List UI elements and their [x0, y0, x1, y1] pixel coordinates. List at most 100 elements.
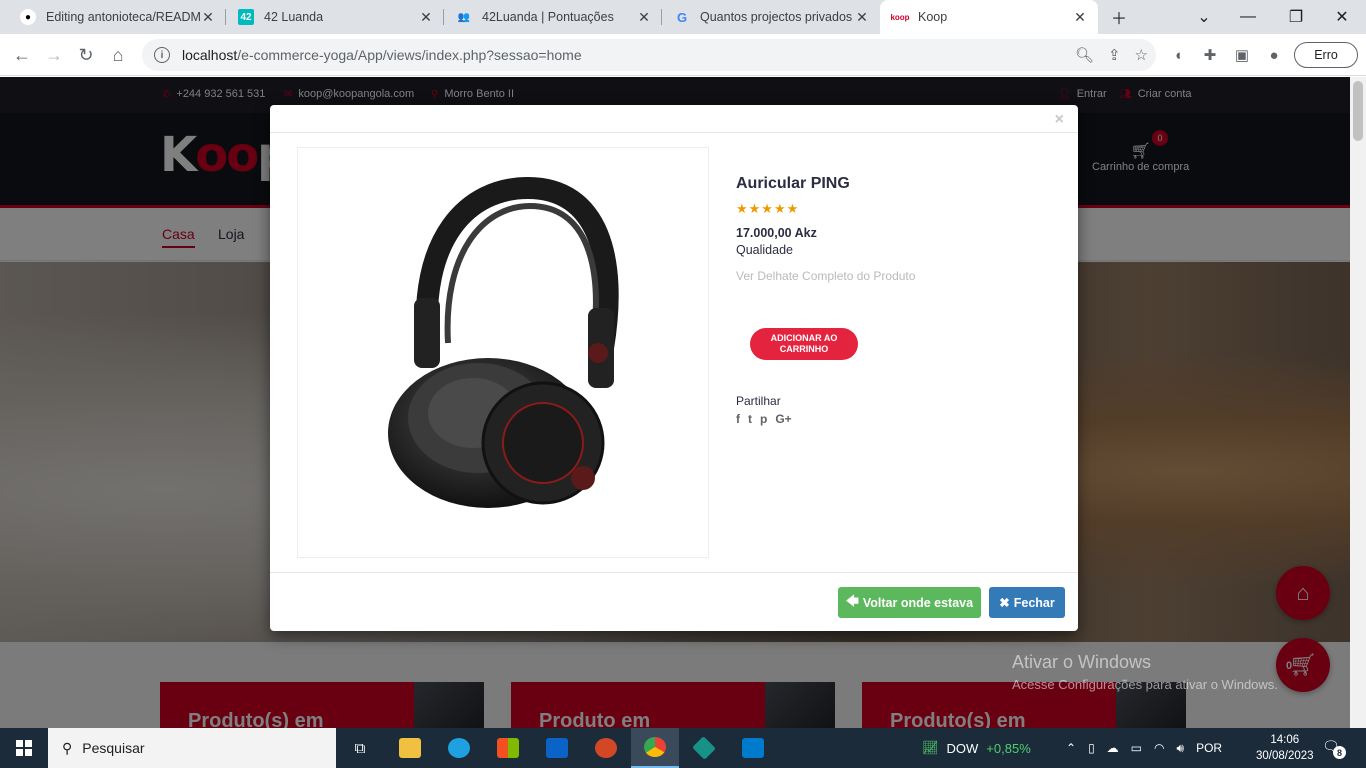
- taskbar-search-box[interactable]: ⚲ Pesquisar: [48, 728, 336, 768]
- product-price: 17.000,00 Akz: [736, 226, 817, 240]
- notification-center-icon[interactable]: 🗨︎ 8: [1322, 738, 1346, 759]
- users-icon: 👥: [457, 11, 471, 23]
- product-image: [297, 147, 709, 558]
- google-icon: G: [676, 9, 688, 25]
- web-page: ✆ +244 932 561 531 ✉ koop@koopangola.com…: [0, 77, 1350, 728]
- product-rating-stars: ★★★★★: [736, 201, 800, 216]
- modal-close-icon[interactable]: ×: [1055, 111, 1064, 129]
- back-icon[interactable]: ←: [8, 41, 36, 69]
- extensions-puzzle-icon[interactable]: ✚: [1196, 41, 1224, 69]
- windows-taskbar: ⚲ Pesquisar ⧉ 📈︎ DOW +0,85% ⌃ ▯ ☁ ▭ ◠ 🔊︎…: [0, 728, 1366, 768]
- browser-toolbar: ← → ↻ ⌂ i localhost/e-commerce-yoga/App/…: [0, 34, 1366, 76]
- back-button-label: Voltar onde estava: [862, 595, 974, 610]
- headphones-image: [388, 176, 619, 508]
- modal-header: ×: [270, 105, 1078, 133]
- product-details: Auricular PING ★★★★★ 17.000,00 Akz Quali…: [736, 175, 1056, 426]
- home-icon[interactable]: ⌂: [104, 41, 132, 69]
- battery-icon[interactable]: ▭: [1131, 741, 1142, 755]
- minimize-icon[interactable]: —: [1226, 0, 1270, 34]
- taskbar-clock[interactable]: 14:06 30/08/2023: [1256, 732, 1314, 764]
- close-button[interactable]: ✖ Fechar: [989, 587, 1065, 618]
- tab-github[interactable]: ● Editing antonioteca/READMI ✕: [8, 0, 226, 34]
- browser-tab-strip: ● Editing antonioteca/READMI ✕ 42 42 Lua…: [0, 0, 1366, 34]
- tab-google-search[interactable]: G Quantos projectos privados c ✕: [662, 0, 880, 34]
- share-icon[interactable]: ⇪: [1108, 46, 1121, 64]
- watermark-text: Acesse Configurações para ativar o Windo…: [1012, 677, 1278, 692]
- profile-error-button[interactable]: Erro: [1294, 42, 1358, 68]
- language-indicator[interactable]: POR: [1196, 741, 1222, 755]
- onedrive-cloud-icon[interactable]: ☁: [1107, 741, 1119, 755]
- close-button-label: Fechar: [1013, 595, 1055, 610]
- search-icon: ⚲: [62, 739, 73, 756]
- git-kraken-icon[interactable]: [680, 728, 728, 768]
- device-icon[interactable]: ▯: [1088, 741, 1095, 755]
- modal-footer: 🡄 Voltar onde estava ✖ Fechar: [270, 572, 1078, 631]
- url-path: /e-commerce-yoga/App/views/index.php?ses…: [237, 47, 582, 63]
- new-tab-button[interactable]: ＋: [1097, 0, 1141, 34]
- close-tab-icon[interactable]: ✕: [854, 9, 870, 26]
- twitter-icon[interactable]: t: [748, 412, 752, 426]
- url-host: localhost: [182, 47, 238, 63]
- product-quality: Qualidade: [736, 243, 793, 257]
- address-bar[interactable]: i localhost/e-commerce-yoga/App/views/in…: [142, 39, 1156, 71]
- chart-up-icon: 📈︎: [922, 740, 939, 755]
- back-button[interactable]: 🡄 Voltar onde estava: [838, 587, 981, 618]
- zoom-icon[interactable]: 🔍︎: [1075, 46, 1094, 64]
- bookmark-star-icon[interactable]: ☆: [1135, 46, 1148, 64]
- clock-date: 30/08/2023: [1256, 750, 1314, 762]
- add-to-cart-label: ADICIONAR AO CARRINHO: [770, 333, 838, 354]
- stock-name: DOW: [946, 740, 979, 756]
- pinterest-icon[interactable]: p: [760, 412, 767, 426]
- notification-count: 8: [1333, 746, 1346, 759]
- scrollbar-thumb[interactable]: [1353, 81, 1363, 141]
- stock-widget[interactable]: 📈︎ DOW +0,85%: [922, 728, 1031, 768]
- volume-icon[interactable]: 🔊︎: [1177, 741, 1185, 756]
- reload-icon[interactable]: ↻: [72, 41, 100, 69]
- wifi-icon[interactable]: ◠: [1154, 741, 1164, 755]
- close-tab-icon[interactable]: ✕: [636, 9, 652, 26]
- tab-title: 42Luanda | Pontuações: [482, 10, 614, 24]
- window-close-icon[interactable]: ✕: [1320, 0, 1364, 34]
- tab-title: Quantos projectos privados c: [700, 10, 854, 24]
- chevron-up-icon[interactable]: ⌃: [1066, 741, 1076, 755]
- chrome-icon[interactable]: [631, 728, 679, 768]
- forward-icon[interactable]: →: [40, 41, 68, 69]
- watermark-title: Ativar o Windows: [1012, 652, 1152, 672]
- tab-title: Koop: [918, 10, 948, 24]
- side-panel-icon[interactable]: ▣: [1228, 41, 1256, 69]
- site-info-icon[interactable]: i: [154, 47, 170, 63]
- windows-start-icon[interactable]: [0, 728, 48, 768]
- github-icon: ●: [20, 9, 36, 25]
- system-tray: ⌃ ▯ ☁ ▭ ◠ 🔊︎ POR: [1066, 728, 1222, 768]
- add-to-cart-button[interactable]: ADICIONAR AO CARRINHO: [750, 328, 858, 360]
- task-view-icon[interactable]: ⧉: [336, 728, 384, 768]
- tab-pontuacoes[interactable]: 👥 42Luanda | Pontuações ✕: [444, 0, 662, 34]
- tab-42-luanda[interactable]: 42 42 Luanda ✕: [226, 0, 444, 34]
- file-explorer-icon[interactable]: [386, 728, 434, 768]
- close-tab-icon[interactable]: ✕: [1072, 9, 1088, 26]
- google-plus-icon[interactable]: G+: [775, 412, 791, 426]
- product-detail-link[interactable]: Ver Delhate Completo do Produto: [736, 269, 1056, 283]
- stock-change: +0,85%: [986, 740, 1031, 756]
- store-icon[interactable]: [484, 728, 532, 768]
- mail-icon[interactable]: [533, 728, 581, 768]
- tab-search-icon[interactable]: ⌄: [1182, 0, 1226, 34]
- search-placeholder: Pesquisar: [82, 740, 145, 756]
- product-quick-view-modal: × Auricular PING ★★★★★ 17.000,00 Akz Qua…: [270, 105, 1078, 631]
- clock-time: 14:06: [1270, 734, 1300, 746]
- close-tab-icon[interactable]: ✕: [200, 9, 216, 26]
- windows-activation-watermark: Ativar o Windows Acesse Configurações pa…: [1012, 652, 1278, 692]
- profile-avatar-icon[interactable]: ●: [1260, 41, 1288, 69]
- page-scrollbar[interactable]: [1350, 77, 1366, 728]
- powerpoint-icon[interactable]: [582, 728, 630, 768]
- restore-icon[interactable]: ❐: [1274, 0, 1318, 34]
- 42-icon: 42: [238, 9, 254, 25]
- close-tab-icon[interactable]: ✕: [418, 9, 434, 26]
- edge-icon[interactable]: [435, 728, 483, 768]
- tab-title: 42 Luanda: [264, 10, 324, 24]
- mouse-extension-icon[interactable]: ◖: [1164, 41, 1192, 69]
- vscode-icon[interactable]: [729, 728, 777, 768]
- koop-icon: koop: [890, 12, 910, 22]
- facebook-icon[interactable]: f: [736, 412, 740, 426]
- tab-koop[interactable]: koop Koop ✕: [880, 0, 1098, 34]
